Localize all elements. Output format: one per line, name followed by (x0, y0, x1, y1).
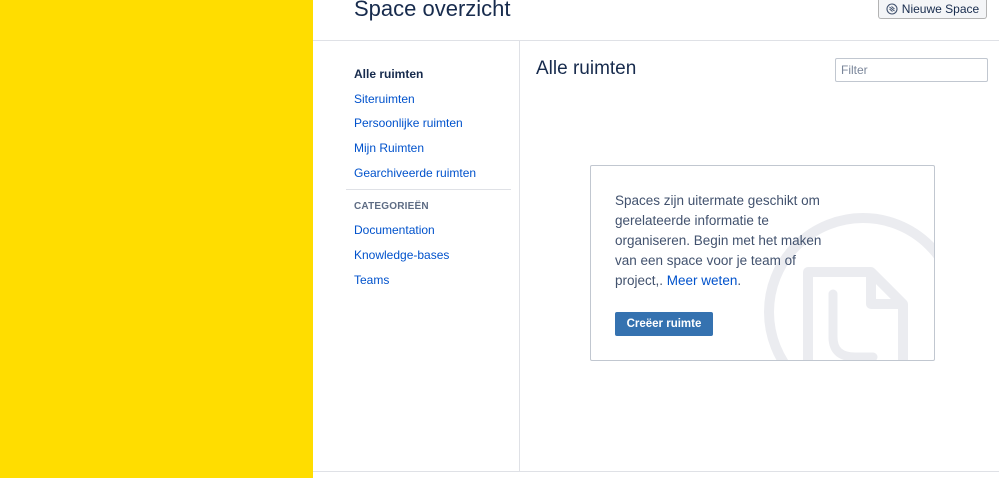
learn-more-link[interactable]: Meer weten (667, 273, 738, 288)
sidebar-item-gearchiveerde-ruimten[interactable]: Gearchiveerde ruimten (346, 161, 511, 186)
sidebar-content-divider (519, 41, 520, 471)
yellow-left-pane (0, 0, 313, 478)
main-heading: Alle ruimten (536, 58, 637, 79)
empty-state-card: Spaces zijn uitermate geschikt om gerela… (590, 165, 935, 361)
new-space-button[interactable]: Nieuwe Space (878, 0, 987, 19)
header-divider (313, 40, 999, 41)
filter-input[interactable] (835, 58, 988, 82)
sidebar-divider (346, 189, 511, 191)
new-space-label: Nieuwe Space (901, 2, 980, 16)
sidebar-item-persoonlijke-ruimten[interactable]: Persoonlijke ruimten (346, 111, 511, 136)
empty-state-trailing: . (737, 273, 742, 288)
sidebar-item-knowledge-bases[interactable]: Knowledge-bases (346, 243, 511, 268)
create-space-button[interactable]: Creëer ruimte (615, 312, 713, 336)
sidebar-item-siteruimten[interactable]: Siteruimten (346, 87, 511, 112)
page-title: Space overzicht (354, 0, 511, 21)
sidebar-item-teams[interactable]: Teams (346, 268, 511, 293)
space-directory-sidebar: Alle ruimten Siteruimten Persoonlijke ru… (346, 62, 511, 293)
footer-divider (313, 471, 999, 472)
sidebar-item-mijn-ruimten[interactable]: Mijn Ruimten (346, 136, 511, 161)
sidebar-item-alle-ruimten[interactable]: Alle ruimten (346, 62, 511, 87)
categories-heading: CATEGORIEËN (354, 201, 429, 213)
sidebar-item-documentation[interactable]: Documentation (346, 218, 511, 243)
space-add-icon (886, 3, 898, 15)
empty-state-text: Spaces zijn uitermate geschikt om gerela… (615, 191, 845, 291)
